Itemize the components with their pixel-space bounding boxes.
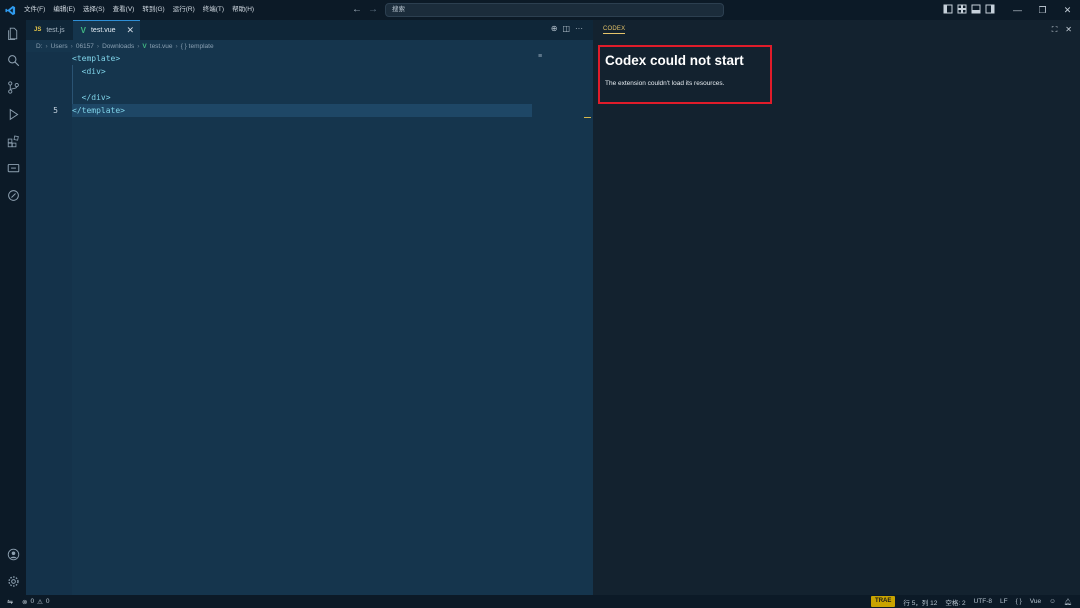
activity-bar — [0, 20, 26, 595]
customize-layout-icon[interactable] — [957, 4, 967, 14]
explorer-icon[interactable] — [5, 25, 21, 41]
code-line-current: </template> — [72, 104, 532, 117]
source-control-icon[interactable] — [5, 79, 21, 95]
eol-status[interactable]: LF — [1000, 598, 1008, 605]
encoding-status[interactable]: UTF-8 — [974, 598, 992, 605]
notifications-bell-icon[interactable]: 🔔︎ — [1064, 598, 1072, 606]
vue-file-icon: V — [80, 26, 86, 35]
line-number: 5 — [53, 106, 58, 115]
breadcrumb-item[interactable]: 06157 — [76, 43, 94, 50]
error-highlight-box: Codex could not start The extension coul… — [598, 45, 772, 104]
problems-status[interactable]: ⊗ 0 ⚠ 0 — [22, 598, 50, 606]
menu-edit[interactable]: 编辑(E) — [49, 0, 79, 20]
menu-help[interactable]: 帮助(H) — [228, 0, 258, 20]
menu-file[interactable]: 文件(F) — [20, 0, 49, 20]
line-number-gutter — [26, 52, 72, 595]
editor-group: JS test.js V test.vue ✕ ⊕ ◫ ··· D: › User… — [26, 20, 593, 595]
toggle-sidebar-icon[interactable] — [943, 4, 953, 14]
restore-icon[interactable]: ❐ — [1030, 0, 1055, 20]
more-actions-icon[interactable]: ··· — [575, 24, 583, 33]
navigation-arrows: ← → — [352, 3, 378, 17]
window-controls: — ❐ ✕ — [1005, 0, 1080, 20]
toggle-panel-icon[interactable] — [971, 4, 981, 14]
close-panel-icon[interactable]: ✕ — [1065, 25, 1072, 35]
toggle-secondary-sidebar-icon[interactable] — [985, 4, 995, 14]
chevron-right-icon: › — [175, 43, 178, 50]
error-title: Codex could not start — [605, 53, 744, 68]
editor-actions: ⊕ ◫ ··· — [551, 24, 583, 33]
menu-terminal[interactable]: 终端(T) — [199, 0, 228, 20]
chevron-right-icon: › — [45, 43, 48, 50]
js-file-icon: JS — [34, 27, 42, 33]
settings-gear-icon[interactable] — [5, 573, 21, 589]
tab-test-js[interactable]: JS test.js — [26, 20, 73, 40]
remote-indicator-icon[interactable]: ⇋ — [0, 595, 20, 608]
maximize-panel-icon[interactable]: ⛶ — [1052, 25, 1058, 35]
editor-tabs: JS test.js V test.vue ✕ — [26, 20, 593, 40]
breadcrumb-item[interactable]: Users — [51, 43, 68, 50]
braces-icon: { } — [1015, 598, 1022, 605]
warning-icon: ⚠ — [37, 598, 43, 606]
minimap[interactable]: ≡ — [538, 53, 542, 60]
breadcrumb: D: › Users › 06157 › Downloads › V test.vue ›… — [36, 41, 214, 52]
split-editor-icon[interactable]: ◫ — [562, 24, 570, 33]
error-message: The extension couldn't load its resource… — [605, 80, 725, 87]
close-window-icon[interactable]: ✕ — [1055, 0, 1080, 20]
code-line: <template> — [72, 54, 121, 63]
vscode-logo-icon — [0, 0, 20, 20]
breadcrumb-item[interactable]: Downloads — [102, 43, 134, 50]
layout-controls — [943, 4, 995, 14]
menu-view[interactable]: 查看(V) — [109, 0, 139, 20]
account-icon[interactable] — [5, 546, 21, 562]
cursor-position[interactable]: 行 5，列 12 — [903, 597, 937, 607]
feedback-icon[interactable]: ☺ — [1049, 598, 1056, 605]
search-icon[interactable] — [5, 52, 21, 68]
menu-run[interactable]: 运行(R) — [169, 0, 199, 20]
code-line: <div> — [72, 67, 106, 76]
title-bar: 文件(F) 编辑(E) 选择(S) 查看(V) 转到(G) 运行(R) 终端(T… — [0, 0, 1080, 20]
menu-go[interactable]: 转到(G) — [138, 0, 168, 20]
vue-file-icon: V — [142, 43, 147, 50]
panel-actions: ⛶ ✕ — [1052, 25, 1072, 35]
chevron-right-icon: › — [70, 43, 73, 50]
code-line: </div> — [72, 93, 111, 102]
remote-explorer-icon[interactable] — [5, 160, 21, 176]
scrollbar-marker — [584, 117, 591, 118]
chevron-right-icon: › — [137, 43, 140, 50]
codex-icon[interactable] — [5, 187, 21, 203]
tab-label: test.js — [46, 26, 65, 34]
minimize-icon[interactable]: — — [1005, 0, 1030, 20]
breadcrumb-item[interactable]: { } template — [181, 43, 214, 50]
extensions-icon[interactable] — [5, 133, 21, 149]
code-editor[interactable]: <template> <div> </div> </template> — [72, 52, 532, 117]
status-bar-right: TRAE 行 5，列 12 空格: 2 UTF-8 LF { } Vue ☺ 🔔… — [871, 595, 1080, 608]
forward-arrow-icon[interactable]: → — [368, 3, 378, 17]
status-bar: ⇋ ⊗ 0 ⚠ 0 TRAE 行 5，列 12 空格: 2 UTF-8 LF {… — [0, 595, 1080, 608]
error-count: 0 — [30, 598, 35, 605]
menu-bar: 文件(F) 编辑(E) 选择(S) 查看(V) 转到(G) 运行(R) 终端(T… — [20, 0, 258, 20]
panel-tab-codex[interactable]: CODEX — [603, 26, 626, 34]
codex-panel: CODEX ⛶ ✕ Codex could not start The exte… — [593, 20, 1080, 595]
globe-icon[interactable]: ⊕ — [551, 24, 558, 33]
breadcrumb-item[interactable]: D: — [36, 43, 43, 50]
command-search-input[interactable]: 搜索 — [385, 3, 724, 17]
language-mode[interactable]: Vue — [1030, 598, 1041, 605]
error-icon: ⊗ — [22, 598, 28, 606]
trae-badge[interactable]: TRAE — [871, 596, 896, 607]
warning-count: 0 — [45, 598, 50, 605]
tab-test-vue[interactable]: V test.vue ✕ — [72, 20, 140, 40]
run-debug-icon[interactable] — [5, 106, 21, 122]
breadcrumb-item[interactable]: test.vue — [150, 43, 173, 50]
tab-label: test.vue — [90, 27, 116, 34]
close-tab-icon[interactable]: ✕ — [127, 25, 135, 36]
menu-selection[interactable]: 选择(S) — [79, 0, 109, 20]
indentation-status[interactable]: 空格: 2 — [945, 597, 965, 607]
chevron-right-icon: › — [96, 43, 100, 50]
back-arrow-icon[interactable]: ← — [352, 3, 362, 17]
